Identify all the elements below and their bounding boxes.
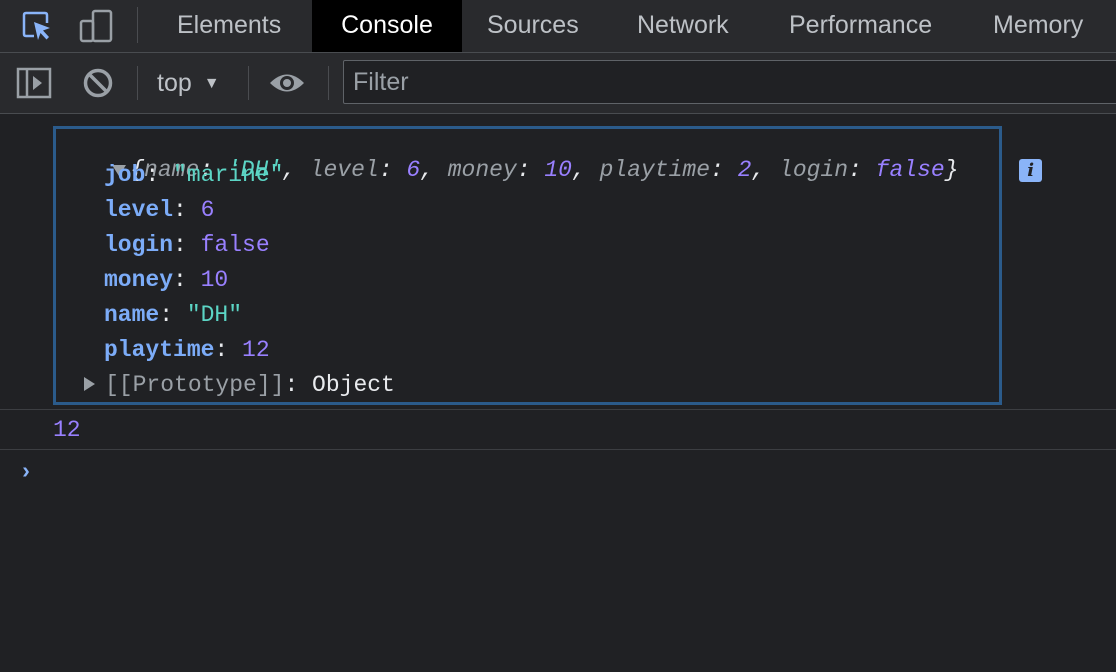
property-row: level: 6 [104, 197, 215, 223]
console-prompt-icon: › [19, 459, 33, 485]
property-row: playtime: 12 [104, 337, 270, 363]
tab-sources[interactable]: Sources [487, 0, 579, 52]
context-selector[interactable]: top ▼ [157, 65, 220, 101]
message-divider [0, 449, 1116, 450]
toolbar-divider [248, 66, 249, 100]
property-key: name [104, 302, 160, 328]
context-dropdown-caret-icon: ▼ [203, 75, 220, 92]
summary-value: 6 [406, 157, 421, 183]
summary-value: 2 [737, 157, 752, 183]
prototype-row[interactable]: [[Prototype]]: Object [84, 370, 395, 400]
tab-performance[interactable]: Performance [789, 0, 932, 52]
result-value: 12 [53, 417, 81, 443]
property-value: 12 [242, 337, 270, 363]
summary-value: false [875, 157, 945, 183]
property-key: money [104, 267, 174, 293]
summary-key: playtime [599, 157, 710, 183]
property-row: login: false [104, 232, 270, 258]
tab-console[interactable]: Console [312, 0, 462, 52]
prototype-value: Object [312, 372, 395, 398]
property-key: login [104, 232, 174, 258]
result-row: 12 [53, 415, 81, 445]
property-value: "DH" [186, 302, 243, 328]
device-toolbar-icon[interactable] [78, 0, 114, 52]
live-expression-eye-icon[interactable] [267, 53, 307, 113]
inspect-element-icon[interactable] [18, 0, 56, 52]
property-value: "marine" [173, 162, 284, 188]
property-row: job: "marine" [104, 162, 284, 188]
info-icon: i [1019, 159, 1043, 182]
tab-memory[interactable]: Memory [993, 0, 1083, 52]
summary-key: money [447, 157, 517, 183]
toolbar-divider [137, 66, 138, 100]
property-row: name: "DH" [104, 302, 243, 328]
property-row: money: 10 [104, 267, 229, 293]
message-divider [0, 409, 1116, 410]
property-key: level [104, 197, 174, 223]
expand-triangle-icon[interactable] [84, 377, 95, 391]
console-toolbar: top ▼ [0, 53, 1116, 114]
info-badge[interactable]: i [964, 125, 1043, 182]
property-value: 10 [200, 267, 229, 293]
clear-console-icon[interactable] [80, 53, 116, 113]
tab-bar-divider [137, 7, 138, 43]
summary-brace-close: } [944, 157, 959, 183]
object-summary-line[interactable]: {name: 'DH', level: 6, money: 10, playti… [57, 125, 958, 183]
property-key: job [104, 162, 146, 188]
summary-key: login [779, 157, 849, 183]
sidebar-toggle-icon[interactable] [15, 53, 53, 113]
toolbar-divider [328, 66, 329, 100]
summary-key: level [309, 157, 379, 183]
property-value: 6 [200, 197, 215, 223]
context-label: top [157, 69, 192, 97]
tab-network[interactable]: Network [637, 0, 729, 52]
summary-value: 10 [544, 157, 572, 183]
tab-elements[interactable]: Elements [177, 0, 281, 52]
property-key: playtime [104, 337, 215, 363]
property-value: false [200, 232, 270, 258]
console-output: {name: 'DH', level: 6, money: 10, playti… [0, 114, 1116, 672]
prototype-key: [[Prototype]] [105, 372, 285, 398]
filter-input[interactable] [343, 60, 1116, 104]
console-input[interactable] [50, 457, 1090, 487]
devtools-tab-bar: Elements Console Sources Network Perform… [0, 0, 1116, 53]
